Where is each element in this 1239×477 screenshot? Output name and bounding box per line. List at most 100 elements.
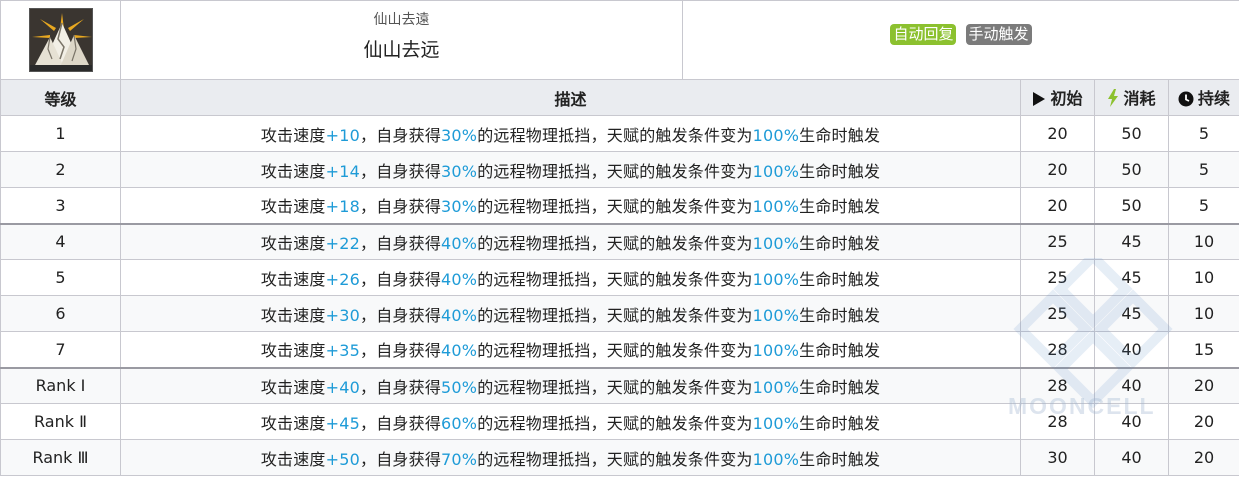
description-cell: 攻击速度+18，自身获得30%的远程物理抵挡，天赋的触发条件变为100%生命时触…	[120, 187, 1021, 224]
level-cell: 3	[0, 187, 121, 224]
initial-cell: 25	[1020, 295, 1095, 332]
cost-cell: 50	[1094, 187, 1169, 224]
lightning-icon	[1107, 88, 1119, 111]
description-cell: 攻击速度+22，自身获得40%的远程物理抵挡，天赋的触发条件变为100%生命时触…	[120, 222, 1021, 260]
table-row: 1 攻击速度+10，自身获得30%的远程物理抵挡，天赋的触发条件变为100%生命时…	[0, 115, 1239, 152]
desc-text: ，自身获得	[360, 413, 442, 433]
desc-text: ，自身获得	[360, 233, 442, 253]
atk-speed-value: +14	[325, 161, 361, 181]
watermark-text: MOONCELL	[1008, 393, 1156, 419]
clock-icon	[1178, 91, 1194, 111]
desc-text: 的远程物理抵挡，天赋的触发条件变为	[477, 413, 753, 433]
desc-text: 生命时触发	[799, 233, 881, 253]
desc-text: 生命时触发	[799, 377, 881, 397]
table-row: 6 攻击速度+30，自身获得40%的远程物理抵挡，天赋的触发条件变为100%生命时…	[0, 295, 1239, 332]
desc-text: 的远程物理抵挡，天赋的触发条件变为	[477, 233, 753, 253]
col-description: 描述	[120, 79, 1021, 116]
desc-text: 的远程物理抵挡，天赋的触发条件变为	[477, 305, 753, 325]
atk-speed-value: +18	[325, 197, 361, 217]
table-row: Rank Ⅲ 攻击速度+50，自身获得70%的远程物理抵挡，天赋的触发条件变为10…	[0, 439, 1239, 476]
cost-cell: 50	[1094, 151, 1169, 188]
desc-text: 的远程物理抵挡，天赋的触发条件变为	[477, 377, 753, 397]
desc-text: ，自身获得	[360, 197, 442, 217]
desc-text: ，自身获得	[360, 341, 442, 361]
hp-value: 100%	[752, 233, 800, 253]
skill-icon-cell	[0, 0, 121, 80]
initial-cell: 30	[1020, 439, 1095, 476]
col-level: 等级	[0, 79, 121, 116]
desc-text: 生命时触发	[799, 341, 881, 361]
level-cell: Rank Ⅱ	[0, 403, 121, 440]
desc-text: 攻击速度	[260, 125, 326, 145]
desc-text: 攻击速度	[260, 161, 326, 181]
cost-cell: 45	[1094, 222, 1169, 260]
duration-cell: 10	[1168, 222, 1239, 260]
atk-speed-value: +30	[325, 305, 361, 325]
level-cell: 4	[0, 222, 121, 260]
skill-original-name: 仙山去遠	[373, 12, 430, 28]
block-value: 50%	[441, 377, 478, 397]
desc-text: 攻击速度	[260, 269, 326, 289]
skill-tags-cell: 自动回复 手动触发	[682, 0, 1239, 80]
desc-text: 攻击速度	[260, 377, 326, 397]
level-cell: Rank Ⅰ	[0, 366, 121, 404]
desc-text: 攻击速度	[260, 233, 326, 253]
desc-text: 生命时触发	[799, 161, 881, 181]
initial-cell: 20	[1020, 187, 1095, 224]
block-value: 40%	[441, 305, 478, 325]
block-value: 30%	[441, 197, 478, 217]
hp-value: 100%	[752, 125, 800, 145]
block-value: 40%	[441, 233, 478, 253]
desc-text: 的远程物理抵挡，天赋的触发条件变为	[477, 161, 753, 181]
desc-text: 攻击速度	[260, 413, 326, 433]
col-initial: 初始	[1020, 79, 1095, 116]
skill-name: 仙山去远	[363, 39, 440, 61]
initial-cell: 25	[1020, 259, 1095, 296]
mountain-skill-icon	[28, 8, 93, 72]
hp-value: 100%	[752, 341, 800, 361]
desc-text: 攻击速度	[260, 305, 326, 325]
block-value: 30%	[441, 125, 478, 145]
atk-speed-value: +22	[325, 233, 361, 253]
description-cell: 攻击速度+10，自身获得30%的远程物理抵挡，天赋的触发条件变为100%生命时触…	[120, 115, 1021, 152]
desc-text: 生命时触发	[799, 305, 881, 325]
desc-text: 攻击速度	[260, 341, 326, 361]
description-cell: 攻击速度+50，自身获得70%的远程物理抵挡，天赋的触发条件变为100%生命时触…	[120, 439, 1021, 476]
atk-speed-value: +10	[325, 125, 361, 145]
hp-value: 100%	[752, 449, 800, 469]
skill-name-cell: 仙山去遠 仙山去远	[120, 0, 683, 80]
hp-value: 100%	[752, 413, 800, 433]
table-row: 5 攻击速度+26，自身获得40%的远程物理抵挡，天赋的触发条件变为100%生命时…	[0, 259, 1239, 296]
duration-cell: 5	[1168, 151, 1239, 188]
col-cost: 消耗	[1094, 79, 1169, 116]
desc-text: 的远程物理抵挡，天赋的触发条件变为	[477, 269, 753, 289]
desc-text: 生命时触发	[799, 197, 881, 217]
desc-text: 攻击速度	[260, 197, 326, 217]
cost-cell: 50	[1094, 115, 1169, 152]
desc-text: 生命时触发	[799, 413, 881, 433]
col-cost-label: 消耗	[1123, 88, 1156, 108]
duration-cell: 5	[1168, 115, 1239, 152]
description-cell: 攻击速度+40，自身获得50%的远程物理抵挡，天赋的触发条件变为100%生命时触…	[120, 366, 1021, 404]
desc-text: 的远程物理抵挡，天赋的触发条件变为	[477, 197, 753, 217]
atk-speed-value: +26	[325, 269, 361, 289]
hp-value: 100%	[752, 377, 800, 397]
duration-cell: 20	[1168, 439, 1239, 476]
atk-speed-value: +50	[325, 449, 361, 469]
duration-cell: 5	[1168, 187, 1239, 224]
tag-auto-recovery: 自动回复	[890, 24, 957, 45]
desc-text: ，自身获得	[360, 449, 442, 469]
description-cell: 攻击速度+45，自身获得60%的远程物理抵挡，天赋的触发条件变为100%生命时触…	[120, 403, 1021, 440]
level-cell: 2	[0, 151, 121, 188]
block-value: 30%	[441, 161, 478, 181]
column-header-row: 等级 描述 初始 消耗 持续	[0, 79, 1239, 116]
desc-text: 的远程物理抵挡，天赋的触发条件变为	[477, 449, 753, 469]
initial-cell: 25	[1020, 222, 1095, 260]
col-duration-label: 持续	[1197, 88, 1230, 108]
block-value: 40%	[441, 269, 478, 289]
table-row: 3 攻击速度+18，自身获得30%的远程物理抵挡，天赋的触发条件变为100%生命时…	[0, 187, 1239, 224]
desc-text: 的远程物理抵挡，天赋的触发条件变为	[477, 125, 753, 145]
cost-cell: 45	[1094, 259, 1169, 296]
play-icon	[1032, 91, 1046, 111]
initial-cell: 28	[1020, 331, 1095, 368]
